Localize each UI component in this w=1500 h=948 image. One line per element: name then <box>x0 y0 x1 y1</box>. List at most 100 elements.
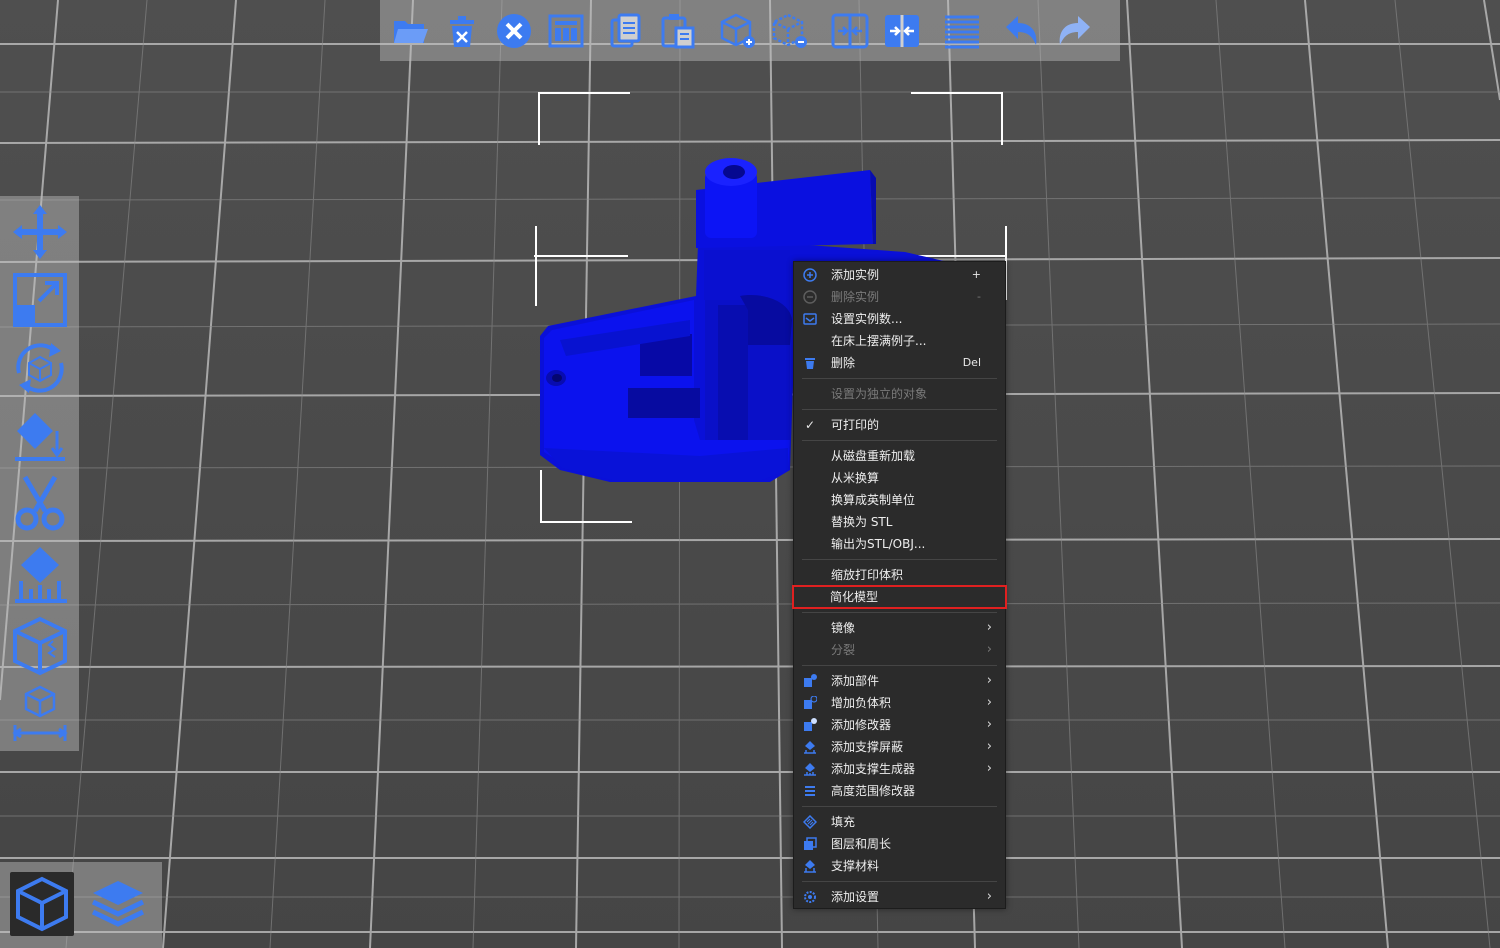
scale-icon <box>13 273 67 327</box>
build-plate-viewport[interactable] <box>0 0 1500 948</box>
menu-item-label: 镜像 <box>831 621 856 635</box>
menu-item-label: 替换为 STL <box>831 515 893 529</box>
chevron-right-icon: › <box>986 889 992 904</box>
chevron-right-icon: › <box>986 673 992 688</box>
remove-instance-button[interactable] <box>768 9 812 53</box>
add-part-icon <box>803 674 817 688</box>
cut-tool-button[interactable] <box>6 472 74 536</box>
layers-editing-button[interactable] <box>940 9 984 53</box>
menu-separator <box>802 378 997 379</box>
menu-item-10[interactable]: 从磁盘重新加载 <box>794 445 1005 467</box>
menu-item-label: 添加支撑生成器 <box>831 762 916 776</box>
chevron-right-icon: › <box>986 695 992 710</box>
place-on-face-icon <box>15 413 65 461</box>
menu-item-27[interactable]: 高度范围修改器 <box>794 780 1005 802</box>
menu-item-12[interactable]: 换算成英制单位 <box>794 489 1005 511</box>
measure-tool-button[interactable] <box>6 680 74 744</box>
menu-item-label: 添加实例 <box>831 268 880 282</box>
menu-item-30[interactable]: 图层和周长 <box>794 833 1005 855</box>
delete-button[interactable] <box>492 9 536 53</box>
menu-item-1: 删除实例 - <box>794 286 1005 308</box>
menu-item-14[interactable]: 输出为STL/OBJ... <box>794 533 1005 555</box>
cube-view-icon <box>16 876 68 932</box>
menu-item-23[interactable]: 增加负体积 › <box>794 692 1005 714</box>
menu-separator <box>802 806 997 807</box>
delete-all-button[interactable] <box>440 9 484 53</box>
support-material-icon <box>803 859 817 873</box>
height-range-icon <box>803 784 817 798</box>
menu-item-label: 添加修改器 <box>831 718 892 732</box>
menu-item-label: 图层和周长 <box>831 837 892 851</box>
menu-item-33[interactable]: 添加设置 › <box>794 886 1005 908</box>
trash-icon <box>450 15 474 47</box>
chevron-right-icon: › <box>986 761 992 776</box>
menu-item-2[interactable]: 设置实例数... <box>794 308 1005 330</box>
move-tool-button[interactable] <box>6 200 74 264</box>
measure-icon <box>12 685 68 741</box>
menu-item-24[interactable]: 添加修改器 › <box>794 714 1005 736</box>
menu-item-31[interactable]: 支撑材料 <box>794 855 1005 877</box>
cube-minus-icon <box>772 13 807 48</box>
redo-button[interactable] <box>1052 9 1096 53</box>
undo-button[interactable] <box>1000 9 1044 53</box>
add-negative-volume-icon <box>803 696 817 710</box>
menu-item-label: 删除 <box>831 356 856 370</box>
place-on-face-tool-button[interactable] <box>6 404 74 468</box>
support-paint-tool-button[interactable] <box>6 542 74 606</box>
copy-button[interactable] <box>604 9 648 53</box>
menu-item-19[interactable]: 镜像 › <box>794 617 1005 639</box>
settings-gear-icon <box>803 890 817 904</box>
preview-button[interactable] <box>86 872 150 936</box>
grid-icon <box>548 14 584 47</box>
paste-button[interactable] <box>656 9 700 53</box>
redo-icon <box>1059 15 1090 45</box>
add-modifier-icon <box>803 718 817 732</box>
menu-item-label: 缩放打印体积 <box>831 568 904 582</box>
trash-icon <box>803 356 817 370</box>
menu-item-11[interactable]: 从米换算 <box>794 467 1005 489</box>
menu-separator <box>802 881 997 882</box>
menu-item-25[interactable]: 添加支撑屏蔽 › <box>794 736 1005 758</box>
menu-item-label: 增加负体积 <box>831 696 892 710</box>
menu-item-8[interactable]: ✓ 可打印的 <box>794 414 1005 436</box>
split-parts-button[interactable] <box>880 9 924 53</box>
view-switch <box>0 862 162 948</box>
chevron-right-icon: › <box>986 620 992 635</box>
add-instance-button[interactable] <box>716 9 760 53</box>
menu-separator <box>802 559 997 560</box>
menu-item-label: 填充 <box>831 815 856 829</box>
rotate-tool-button[interactable] <box>6 336 74 400</box>
menu-item-label: 从米换算 <box>831 471 880 485</box>
menu-item-13[interactable]: 替换为 STL <box>794 511 1005 533</box>
menu-separator <box>802 612 997 613</box>
menu-item-26[interactable]: 添加支撑生成器 › <box>794 758 1005 780</box>
menu-item-label: 从磁盘重新加载 <box>831 449 916 463</box>
open-project-button[interactable] <box>388 9 432 53</box>
seam-paint-tool-button[interactable] <box>6 614 74 678</box>
menu-separator <box>802 665 997 666</box>
arrange-button[interactable] <box>544 9 588 53</box>
context-menu: 添加实例 + 删除实例 - 设置实例数... 在床上摆满例子... 删除 Del 设置为独立的对… <box>792 261 1007 909</box>
seam-icon <box>13 616 67 676</box>
menu-item-29[interactable]: 填充 <box>794 811 1005 833</box>
menu-item-label: 简化模型 <box>830 590 879 604</box>
menu-item-4[interactable]: 删除 Del <box>794 352 1005 374</box>
minus-circle-icon <box>803 290 817 304</box>
menu-item-22[interactable]: 添加部件 › <box>794 670 1005 692</box>
menu-item-3[interactable]: 在床上摆满例子... <box>794 330 1005 352</box>
menu-separator <box>802 440 997 441</box>
split-objects-button[interactable] <box>828 9 872 53</box>
top-toolbar <box>380 0 1120 61</box>
scale-tool-button[interactable] <box>6 268 74 332</box>
menu-item-17[interactable]: 简化模型 <box>792 585 1007 609</box>
layers-stack-icon <box>91 881 145 927</box>
3d-view-button[interactable] <box>10 872 74 936</box>
scissors-icon <box>15 475 65 531</box>
menu-item-label: 添加设置 <box>831 890 880 904</box>
menu-item-shortcut: Del <box>962 356 981 369</box>
cube-plus-icon <box>720 13 755 48</box>
menu-item-label: 输出为STL/OBJ... <box>831 537 926 551</box>
menu-item-shortcut: - <box>977 290 981 303</box>
menu-item-16[interactable]: 缩放打印体积 <box>794 564 1005 586</box>
menu-item-0[interactable]: 添加实例 + <box>794 264 1005 286</box>
